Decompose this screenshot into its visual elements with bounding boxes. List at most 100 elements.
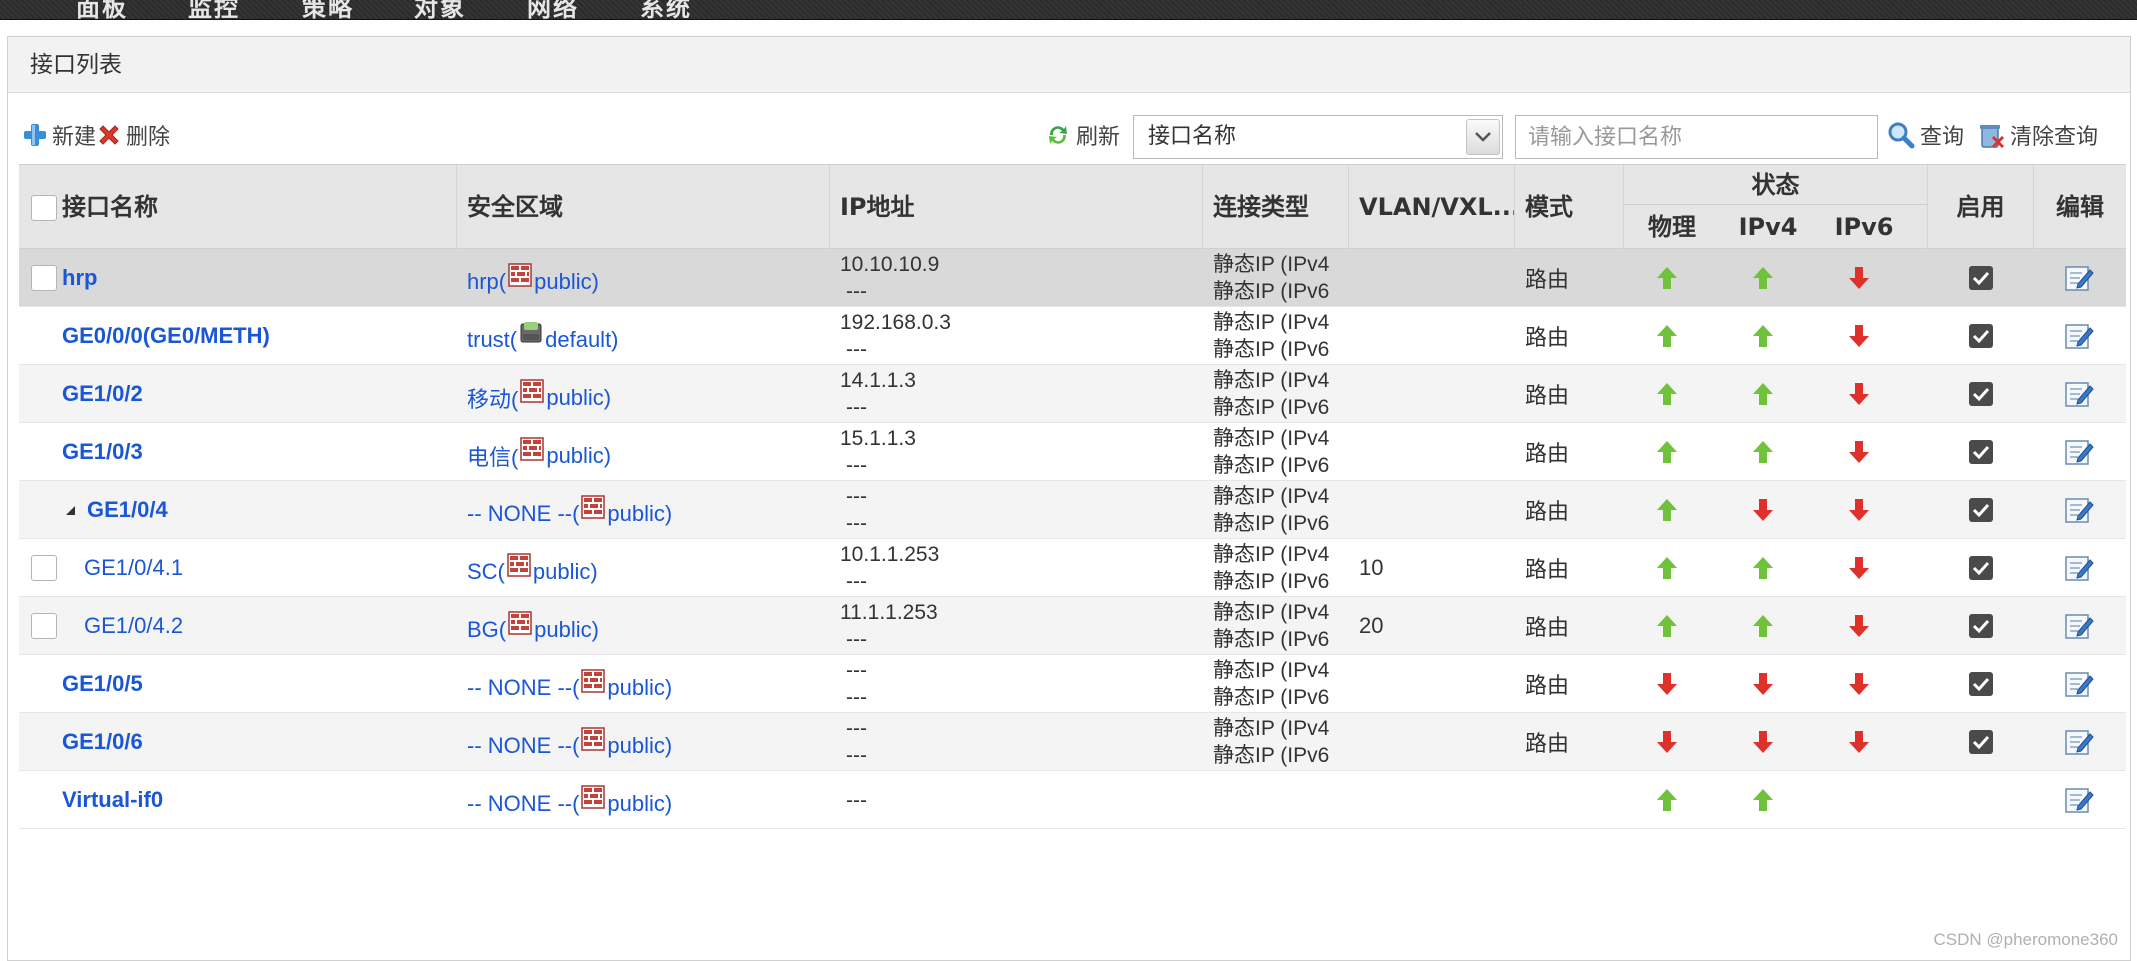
edit-icon[interactable]	[2064, 322, 2094, 350]
col-header-zone[interactable]: 安全区域	[456, 165, 829, 250]
enable-checkbox[interactable]	[1969, 614, 1993, 638]
table-row[interactable]: hrp hrp( public) 10.10.10.9 --- 静态IP (IPv4 静态…	[19, 249, 2126, 307]
security-zone-link[interactable]: BG( public)	[467, 611, 599, 643]
nav-item-monitor[interactable]: 监控	[188, 0, 240, 23]
panel-title: 接口列表	[8, 37, 2130, 93]
edit-icon[interactable]	[2064, 612, 2094, 640]
ipv4-status-cell	[1751, 249, 1781, 307]
query-button[interactable]: 查询	[1886, 115, 1964, 155]
table-row[interactable]: GE1/0/4 -- NONE --( public) --- --- 静态IP (IP…	[19, 481, 2126, 539]
edit-icon[interactable]	[2064, 670, 2094, 698]
security-zone-link[interactable]: 移动( public)	[467, 379, 611, 414]
edit-cell	[2064, 365, 2098, 423]
interface-name-link[interactable]: GE1/0/3	[62, 439, 143, 465]
search-input[interactable]	[1515, 115, 1878, 159]
status-up-arrow-icon	[1657, 383, 1677, 405]
edit-icon[interactable]	[2064, 438, 2094, 466]
security-zone-link[interactable]: trust( default)	[467, 322, 619, 353]
delete-button[interactable]: 删除	[96, 115, 170, 155]
status-up-arrow-icon	[1657, 789, 1677, 811]
status-down-arrow-icon	[1849, 325, 1869, 347]
ip-address-cell: --- ---	[840, 655, 1200, 713]
table-row[interactable]: GE1/0/4.2 BG( public) 11.1.1.253 --- 静态IP (I…	[19, 597, 2126, 655]
enable-checkbox[interactable]	[1969, 440, 1993, 464]
row-select-cell	[31, 423, 61, 481]
edit-icon[interactable]	[2064, 496, 2094, 524]
enable-checkbox[interactable]	[1969, 498, 1993, 522]
mode-cell: 路由	[1525, 325, 1570, 350]
status-down-arrow-icon	[1849, 267, 1869, 289]
interface-name-link[interactable]: GE1/0/5	[62, 671, 143, 697]
row-checkbox[interactable]	[31, 555, 57, 581]
enable-checkbox[interactable]	[1969, 556, 1993, 580]
clear-query-button[interactable]: 清除查询	[1976, 115, 2098, 155]
security-zone-link[interactable]: -- NONE --( public)	[467, 669, 672, 701]
status-down-arrow-icon	[1849, 499, 1869, 521]
interface-name-link[interactable]: GE0/0/0(GE0/METH)	[62, 323, 270, 349]
enable-cell	[1969, 365, 1999, 423]
nav-item-dashboard[interactable]: 面板	[76, 0, 128, 23]
table-row[interactable]: GE1/0/6 -- NONE --( public) --- --- 静态IP (IP…	[19, 713, 2126, 771]
new-button[interactable]: 新建	[22, 115, 96, 155]
interface-name-link[interactable]: GE1/0/6	[62, 729, 143, 755]
tree-expand-icon[interactable]	[63, 502, 79, 518]
nav-item-object[interactable]: 对象	[414, 0, 466, 23]
edit-cell	[2064, 249, 2098, 307]
row-checkbox[interactable]	[31, 265, 57, 291]
security-zone-link[interactable]: hrp( public)	[467, 263, 599, 295]
edit-icon[interactable]	[2064, 786, 2094, 814]
ip-address-v4: ---	[846, 659, 867, 682]
enable-checkbox[interactable]	[1969, 730, 1993, 754]
interface-name-link[interactable]: Virtual-if0	[62, 787, 163, 813]
security-zone-link[interactable]: SC( public)	[467, 553, 598, 585]
interface-name-link[interactable]: GE1/0/4.1	[84, 555, 183, 581]
table-row[interactable]: Virtual-if0 -- NONE --( public) ---	[19, 771, 2126, 829]
enable-checkbox[interactable]	[1969, 266, 1993, 290]
nav-item-policy[interactable]: 策略	[302, 0, 354, 23]
edit-icon[interactable]	[2064, 554, 2094, 582]
security-zone-link[interactable]: -- NONE --( public)	[467, 495, 672, 527]
filter-field-select[interactable]: 接口名称	[1133, 115, 1503, 159]
nav-item-network[interactable]: 网络	[527, 0, 579, 23]
col-header-ipv6: IPv6	[1834, 213, 1894, 241]
ip-address-cell: ---	[840, 771, 1200, 829]
table-row[interactable]: GE1/0/2 移动( public) 14.1.1.3 --- 静态IP (IPv4 静…	[19, 365, 2126, 423]
security-zone-link[interactable]: 电信( public)	[467, 437, 611, 472]
col-header-ip[interactable]: IP地址	[829, 165, 1202, 250]
col-header-name[interactable]: 接口名称	[52, 165, 456, 250]
interface-list-panel: 接口列表 新建 删除 刷新 接口名称 请输入接口名称 查询 清除查询 接口名称 …	[7, 36, 2131, 961]
security-zone-link[interactable]: -- NONE --( public)	[467, 727, 672, 759]
enable-checkbox[interactable]	[1969, 382, 1993, 406]
security-zone-cell: 移动( public)	[467, 365, 827, 423]
table-row[interactable]: GE1/0/3 电信( public) 15.1.1.3 --- 静态IP (IPv4 静…	[19, 423, 2126, 481]
ip-address-v6: ---	[846, 280, 867, 303]
table-row[interactable]: GE0/0/0(GE0/METH) trust( default) 192.168.…	[19, 307, 2126, 365]
conn-type-v6: 静态IP (IPv6	[1213, 686, 1330, 709]
interface-name-link[interactable]: hrp	[62, 265, 97, 291]
col-header-conn-type[interactable]: 连接类型	[1202, 165, 1348, 250]
interface-name-cell: GE1/0/4.2	[84, 597, 464, 655]
delete-x-icon	[99, 125, 119, 145]
col-header-vlan[interactable]: VLAN/VXL...	[1348, 165, 1514, 250]
physical-status-cell	[1655, 423, 1685, 481]
edit-icon[interactable]	[2064, 264, 2094, 292]
interface-name-link[interactable]: GE1/0/4.2	[84, 613, 183, 639]
security-zone-link[interactable]: -- NONE --( public)	[467, 785, 672, 817]
table-row[interactable]: GE1/0/4.1 SC( public) 10.1.1.253 --- 静态IP (I…	[19, 539, 2126, 597]
enable-checkbox[interactable]	[1969, 324, 1993, 348]
ip-address-v4: 10.10.10.9	[840, 253, 940, 276]
nav-item-system[interactable]: 系统	[640, 0, 692, 23]
interface-name-cell: GE1/0/3	[62, 423, 442, 481]
status-down-arrow-icon	[1849, 441, 1869, 463]
row-checkbox[interactable]	[31, 613, 57, 639]
col-header-mode[interactable]: 模式	[1514, 165, 1623, 250]
refresh-button[interactable]: 刷新	[1044, 115, 1120, 155]
interface-name-link[interactable]: GE1/0/4	[87, 497, 168, 523]
table-row[interactable]: GE1/0/5 -- NONE --( public) --- --- 静态IP (IP…	[19, 655, 2126, 713]
edit-icon[interactable]	[2064, 728, 2094, 756]
col-header-physical: 物理	[1648, 213, 1696, 241]
enable-checkbox[interactable]	[1969, 672, 1993, 696]
chevron-down-icon[interactable]	[1466, 119, 1500, 155]
edit-icon[interactable]	[2064, 380, 2094, 408]
interface-name-link[interactable]: GE1/0/2	[62, 381, 143, 407]
